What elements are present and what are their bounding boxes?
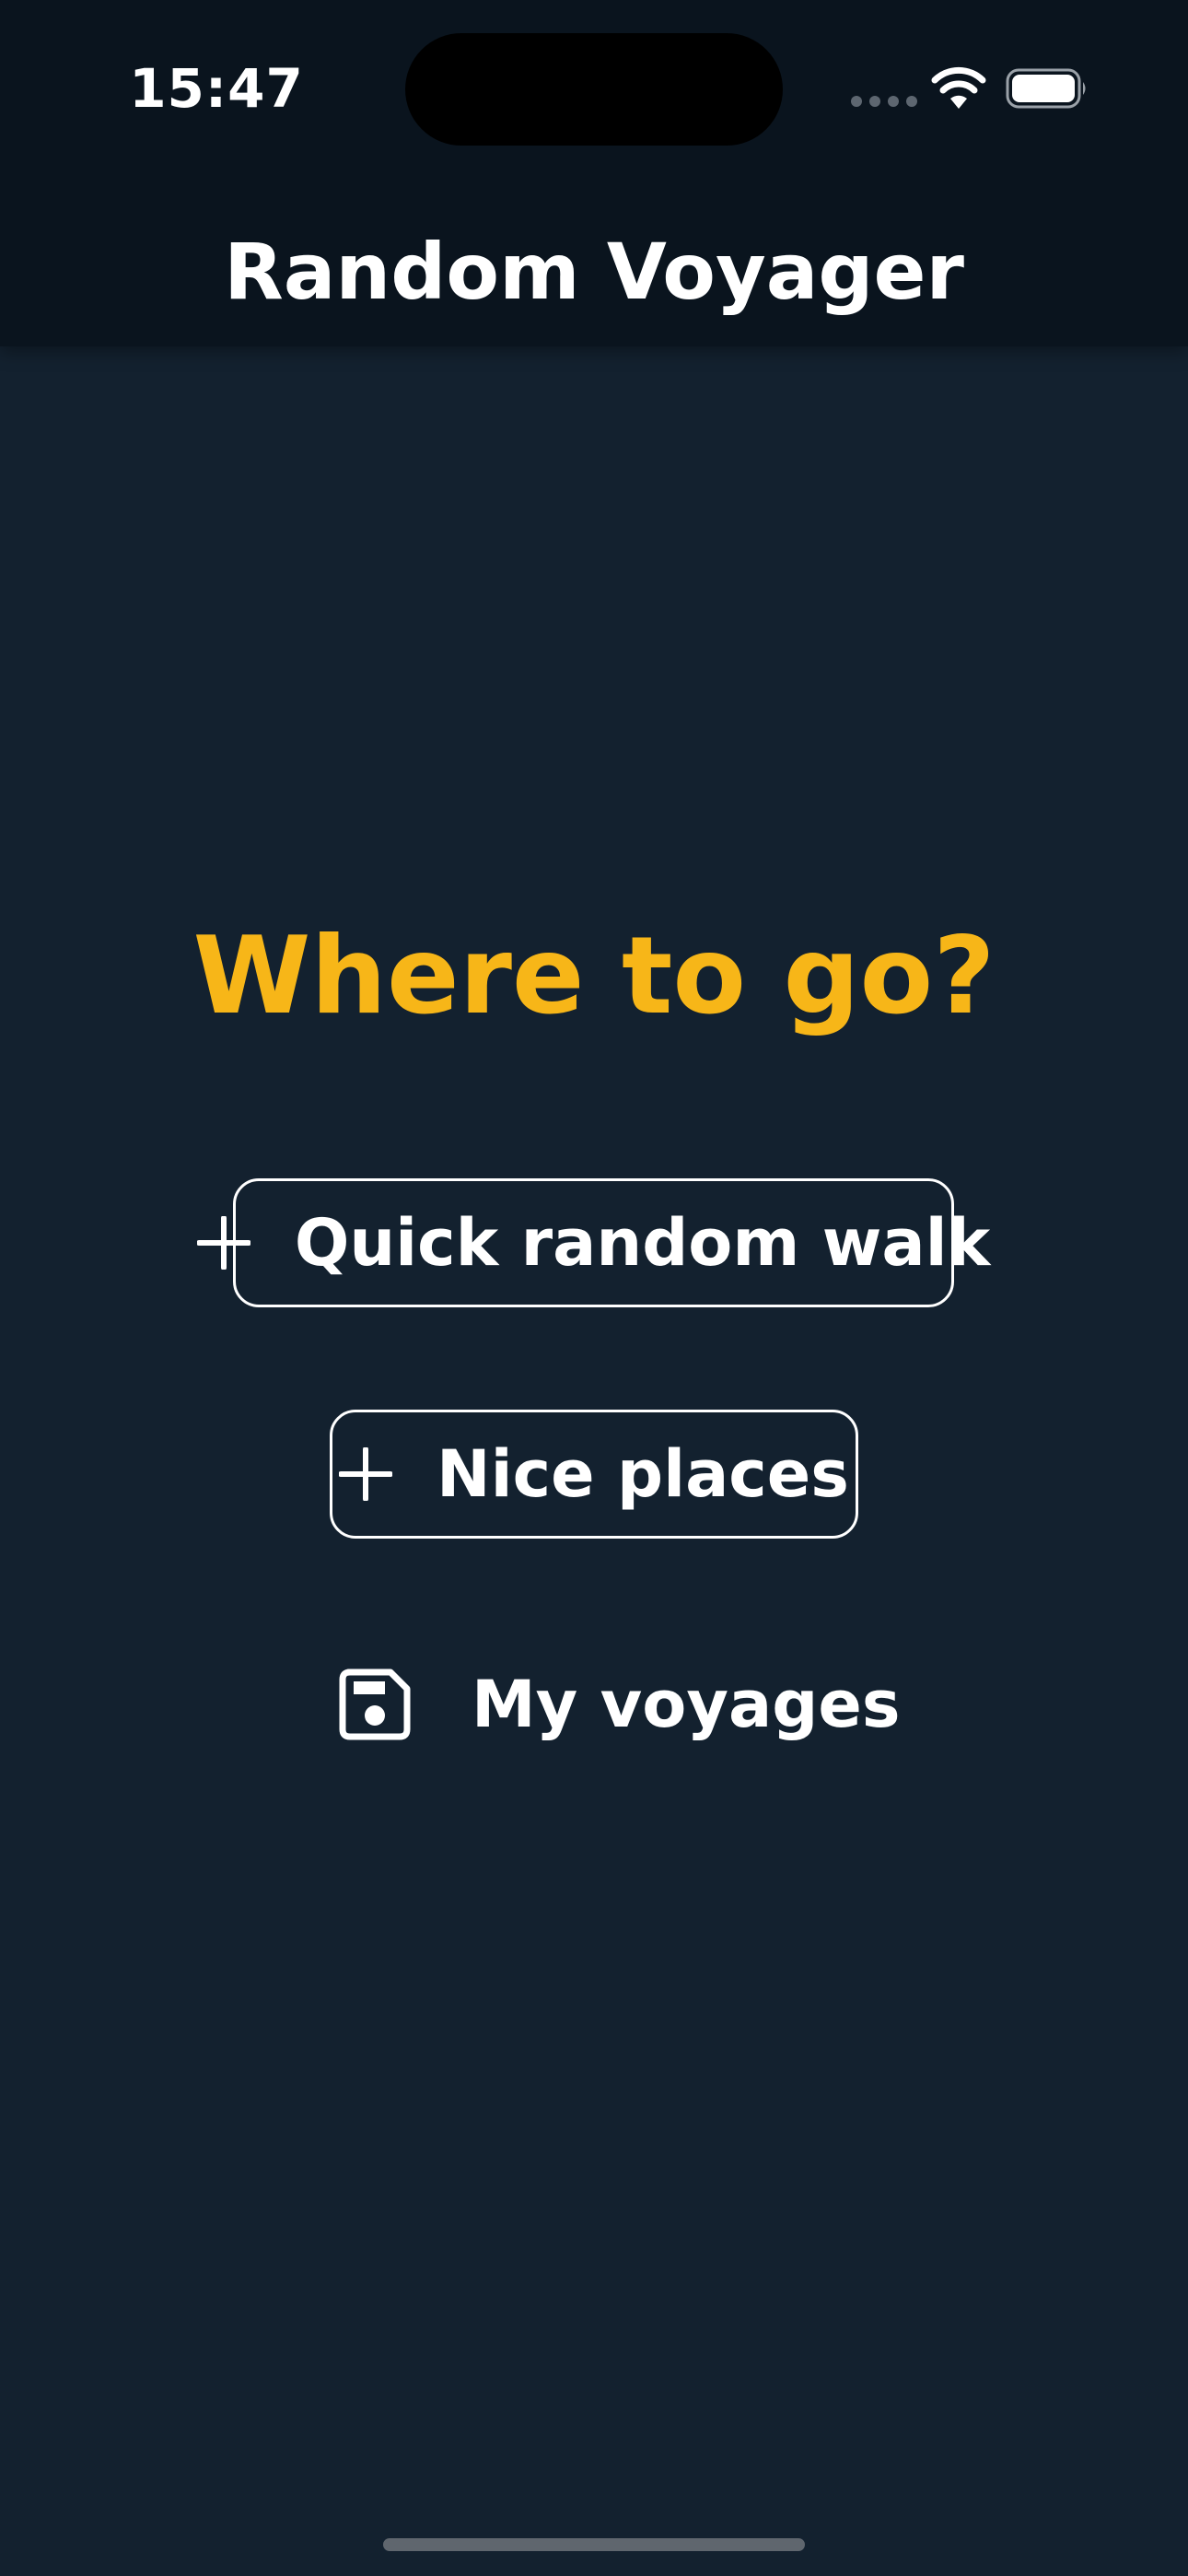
nice-places-label: Nice places bbox=[437, 1436, 849, 1512]
page-title: Random Voyager bbox=[224, 227, 964, 317]
my-voyages-button[interactable]: My voyages bbox=[339, 1663, 901, 1746]
status-bar: 15:47 bbox=[0, 0, 1188, 175]
wifi-icon bbox=[931, 66, 986, 109]
dynamic-island bbox=[405, 33, 783, 146]
status-time: 15:47 bbox=[129, 57, 304, 120]
quick-random-walk-button[interactable]: Quick random walk bbox=[196, 1178, 990, 1307]
save-icon bbox=[339, 1669, 411, 1740]
plus-icon bbox=[339, 1447, 393, 1501]
nice-places-button[interactable]: Nice places bbox=[330, 1410, 858, 1539]
battery-icon bbox=[1006, 68, 1086, 109]
quick-random-walk-label: Quick random walk bbox=[294, 1205, 991, 1281]
top-bar: 15:47 Random Voyager bbox=[0, 0, 1188, 346]
signal-dots-icon bbox=[851, 96, 917, 107]
plus-icon bbox=[196, 1216, 250, 1270]
home-indicator[interactable] bbox=[383, 2538, 805, 2551]
where-to-go-heading: Where to go? bbox=[192, 914, 996, 1038]
my-voyages-label: My voyages bbox=[472, 1667, 901, 1742]
